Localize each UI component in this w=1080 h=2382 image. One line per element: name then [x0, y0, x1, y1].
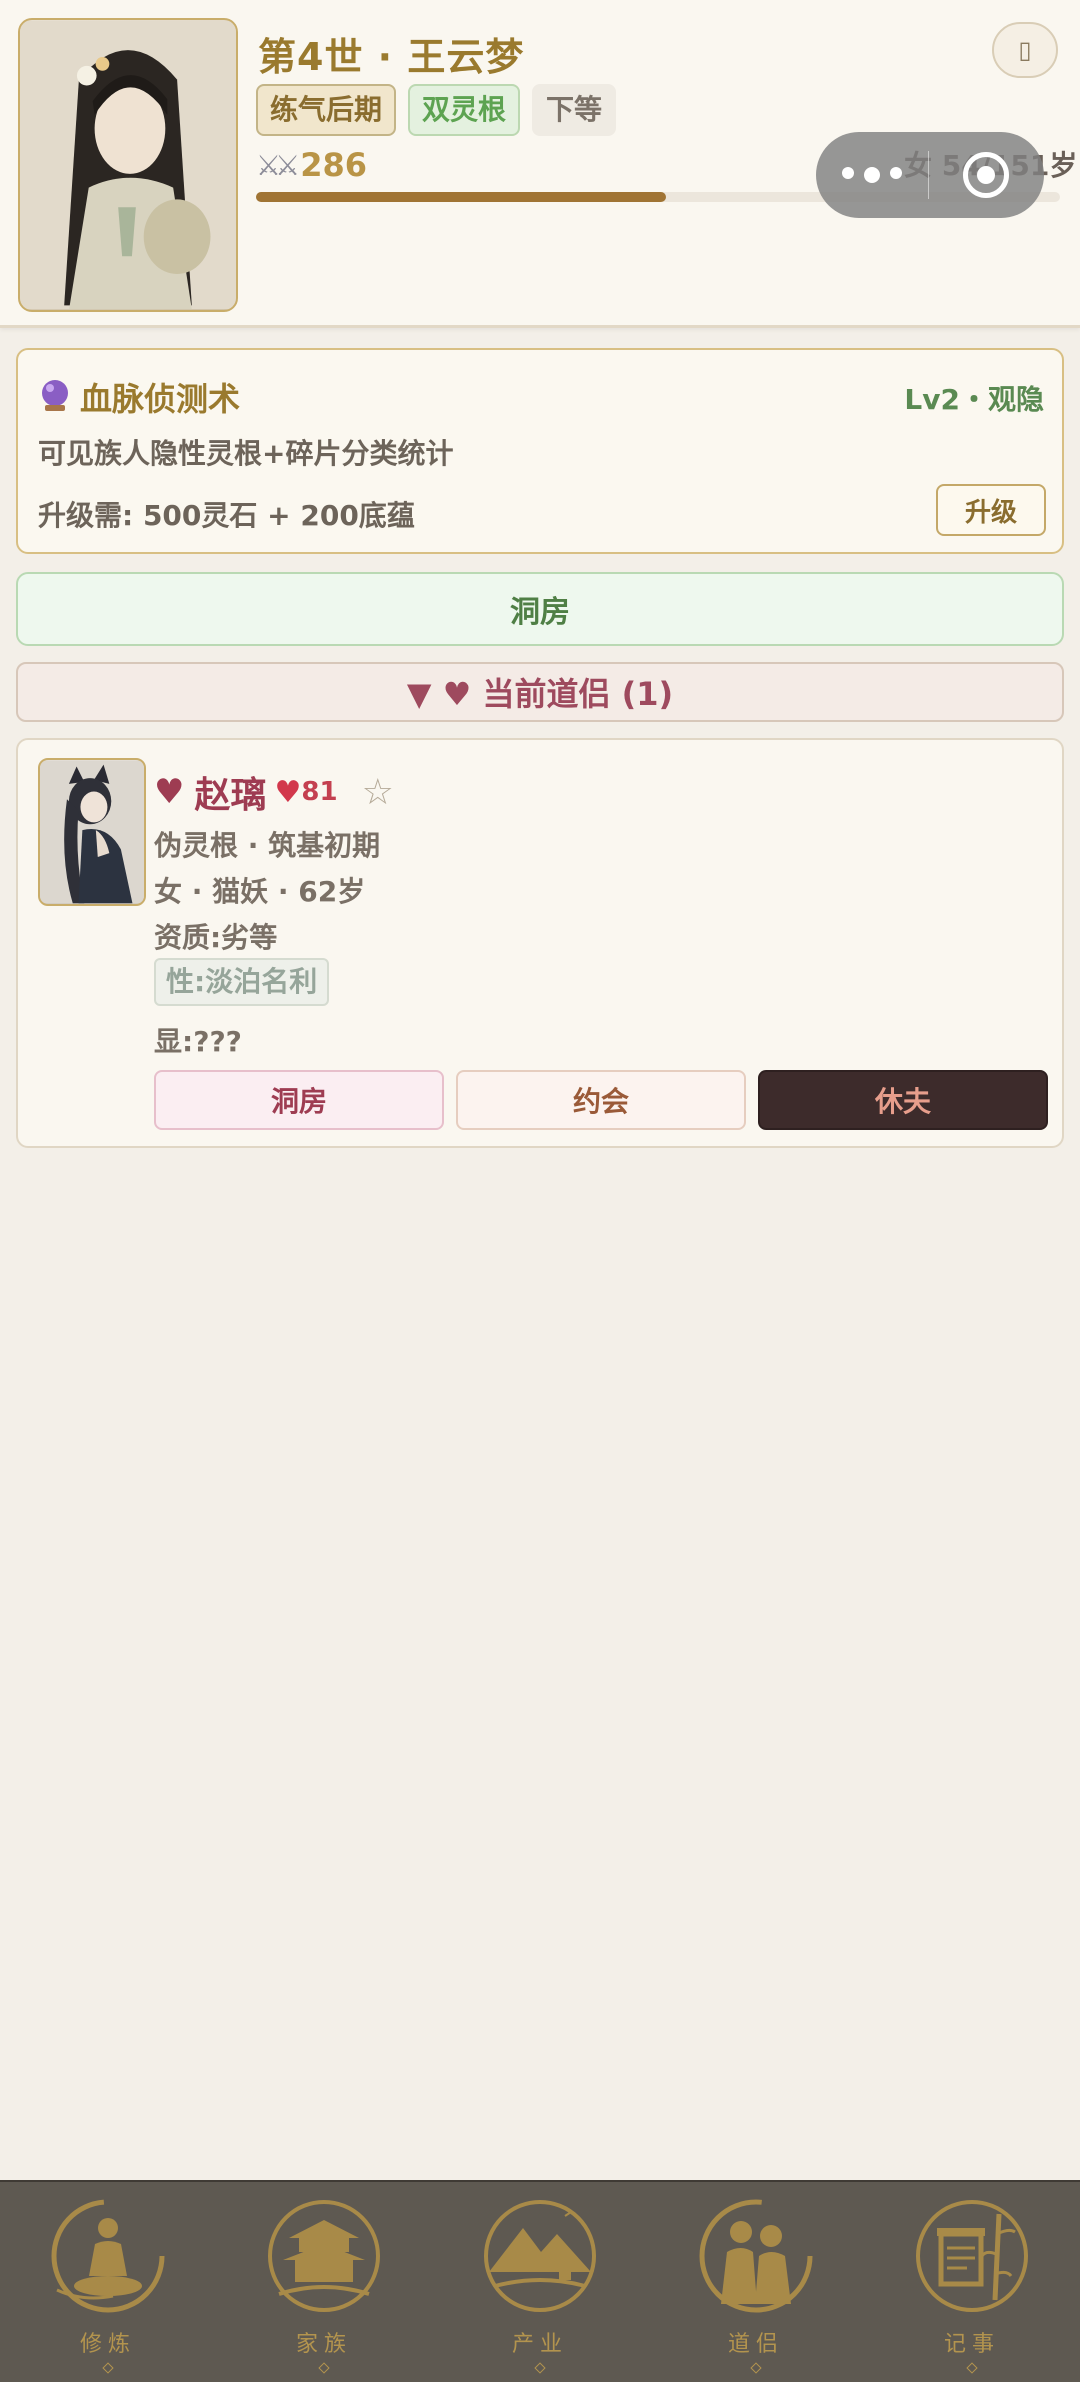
- partner-actions: 洞房 约会 休夫: [154, 1070, 1048, 1130]
- nav-family[interactable]: 家族: [224, 2194, 424, 2374]
- crossed-swords-icon: ⚔⚔: [256, 148, 300, 182]
- grade-tag: 下等: [532, 84, 617, 136]
- character-tags: 练气后期 双灵根 下等: [256, 84, 617, 136]
- partner-chamber-button[interactable]: 洞房: [154, 1070, 444, 1130]
- combat-power-value: 286: [300, 146, 367, 184]
- dot-icon: [842, 167, 854, 179]
- skill-name: 血脉侦测术: [80, 380, 241, 418]
- nav-cultivate[interactable]: 修炼: [8, 2194, 208, 2374]
- character-header: 第4世 · 王云梦 练气后期 双灵根 下等 ⚔⚔ 286 女 54/151岁 ▯: [0, 0, 1080, 328]
- miniprogram-capsule: [816, 132, 1044, 218]
- skill-card: 血脉侦测术 Lv2・观隐 可见族人隐性灵根+碎片分类统计 升级需: 500灵石 …: [16, 348, 1064, 554]
- dot-icon: [890, 167, 902, 179]
- partner-root-realm: 伪灵根 · 筑基初期: [154, 829, 381, 862]
- upgrade-button[interactable]: 升级: [936, 484, 1046, 536]
- target-icon: [963, 152, 1009, 198]
- skill-level: Lv2・观隐: [904, 383, 1044, 416]
- pavilion-icon: [268, 2200, 380, 2312]
- nav-dot-icon: [750, 2362, 762, 2374]
- nav-dot-icon: [966, 2362, 978, 2374]
- bridal-chamber-button[interactable]: 洞房: [16, 572, 1064, 646]
- partner-aptitude: 资质:劣等: [154, 921, 278, 954]
- spirit-root-tag: 双灵根: [408, 84, 521, 136]
- character-portrait[interactable]: [18, 18, 238, 312]
- nav-partner-label: 道侣: [727, 2332, 784, 2357]
- menu-icon: ▯: [1018, 36, 1032, 64]
- divorce-button[interactable]: 休夫: [758, 1070, 1048, 1130]
- nav-records[interactable]: 记事: [872, 2194, 1072, 2374]
- heart-icon: ♥: [154, 772, 185, 812]
- nav-industry-label: 产业: [511, 2332, 568, 2357]
- lifespan-progress-fill: [256, 192, 667, 202]
- nav-dot-icon: [102, 2362, 114, 2374]
- crystal-ball-icon: [42, 380, 68, 411]
- date-button[interactable]: 约会: [456, 1070, 746, 1130]
- character-portrait-image: [20, 20, 236, 310]
- scroll-bamboo-icon: [916, 2200, 1028, 2312]
- favorite-star-icon[interactable]: ☆: [362, 772, 394, 813]
- partner-name-row: ♥ 赵璃 ♥ 81 ☆: [154, 766, 394, 818]
- close-miniprogram-button[interactable]: [929, 152, 1043, 198]
- nav-dot-icon: [318, 2362, 330, 2374]
- nav-industry[interactable]: 产业: [440, 2194, 640, 2374]
- nav-dot-icon: [534, 2362, 546, 2374]
- nav-records-label: 记事: [943, 2332, 1000, 2357]
- partner-hidden-trait: 显:???: [154, 1025, 242, 1058]
- meditation-icon: [51, 2199, 165, 2313]
- partner-identity: 女 · 猫妖 · 62岁: [154, 875, 366, 908]
- affection-value: 81: [301, 777, 338, 807]
- realm-tag: 练气后期: [256, 84, 397, 136]
- partner-avatar[interactable]: [38, 758, 146, 906]
- skill-upgrade-cost: 升级需: 500灵石 + 200底蕴: [38, 499, 415, 532]
- partner-name: 赵璃: [194, 775, 267, 816]
- dot-icon: [864, 167, 880, 183]
- partner-trait-badge: 性:淡泊名利: [154, 958, 330, 1006]
- partner-card: ♥ 赵璃 ♥ 81 ☆ 伪灵根 · 筑基初期 女 · 猫妖 · 62岁 资质:劣…: [16, 738, 1064, 1148]
- current-partners-header[interactable]: ▼ ♥ 当前道侣 (1): [16, 662, 1064, 722]
- character-title: 第4世 · 王云梦: [258, 35, 525, 79]
- couple-icon: [699, 2199, 813, 2313]
- nav-family-label: 家族: [295, 2332, 352, 2357]
- mountain-landscape-icon: [484, 2200, 596, 2312]
- skill-description: 可见族人隐性灵根+碎片分类统计: [38, 437, 454, 470]
- nav-partner[interactable]: 道侣: [656, 2194, 856, 2374]
- bottom-navigation: 修炼 家族 产业 道侣 记事: [0, 2180, 1080, 2382]
- partner-avatar-image: [40, 760, 144, 904]
- combat-power: ⚔⚔ 286: [256, 146, 367, 184]
- nav-cultivate-label: 修炼: [79, 2332, 136, 2357]
- menu-button[interactable]: ▯: [992, 22, 1058, 78]
- more-options-button[interactable]: [816, 167, 928, 183]
- affection-heart-icon: ♥: [274, 774, 302, 810]
